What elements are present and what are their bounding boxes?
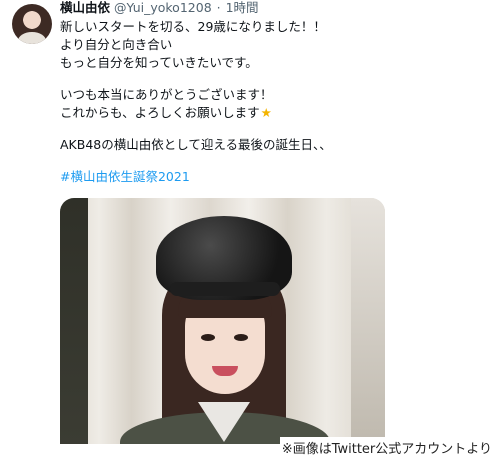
tweet-line: これからも、よろしくお願いします★ <box>60 104 490 122</box>
tweet-line-text: これからも、よろしくお願いします <box>60 105 260 120</box>
tweet-line: もっと自分を知っていきたいです。 <box>60 55 258 70</box>
tweet-line: いつも本当にありがとうございます！ <box>60 87 273 102</box>
image-credit: ※画像はTwitter公式アカウントより <box>279 437 494 458</box>
timestamp[interactable]: 1時間 <box>226 0 259 15</box>
photo-eye-right <box>234 334 248 341</box>
author-handle[interactable]: @Yui_yoko1208 <box>114 0 212 15</box>
photo-eye-left <box>201 334 215 341</box>
avatar[interactable] <box>12 4 52 44</box>
tweet-text: 新しいスタートを切る、29歳になりました！！ より自分と向き合い もっと自分を知… <box>60 18 490 186</box>
tweet-line: 新しいスタートを切る、29歳になりました！！ <box>60 19 326 34</box>
separator: · <box>216 0 221 15</box>
tweet-line: より自分と向き合い <box>60 37 173 52</box>
photo-beret-band <box>170 282 280 296</box>
tweet-line: AKB48の横山由依として迎える最後の誕生日、、 <box>60 137 332 152</box>
star-emoji-icon: ★ <box>260 105 272 120</box>
hashtag-link[interactable]: #横山由依生誕祭2021 <box>60 168 490 186</box>
tweet-header: 横山由依 @Yui_yoko1208 · 1時間 <box>60 0 259 16</box>
tweet-photo[interactable] <box>60 198 385 444</box>
author-name[interactable]: 横山由依 <box>60 0 110 15</box>
